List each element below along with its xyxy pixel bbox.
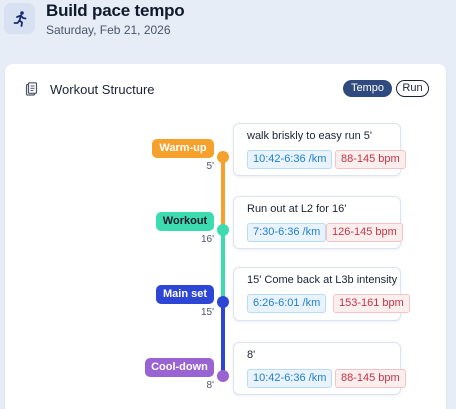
duration-mainset: 15': [200, 307, 214, 318]
tag-run[interactable]: Run: [396, 80, 429, 97]
heart-rate-chip: 88-145 bpm: [335, 369, 406, 388]
phase-label-mainset: Main set: [156, 285, 214, 304]
page-header: Build pace tempo Saturday, Feb 21, 2026: [0, 0, 456, 62]
timeline-dot-workout: [217, 224, 229, 236]
heart-rate-chip: 126-145 bpm: [326, 223, 403, 242]
step-description: 15' Come back at L3b intensity: [247, 274, 398, 286]
timeline-dot-mainset: [217, 296, 229, 308]
duration-warmup: 5': [206, 161, 214, 172]
page-title: Build pace tempo: [46, 1, 185, 20]
heart-rate-chip: 153-161 bpm: [333, 294, 410, 313]
pace-chip: 10:42-6:36 /km: [247, 369, 333, 388]
pace-chip: 6:26-6:01 /km: [247, 294, 327, 313]
duration-cooldown: 8': [206, 380, 214, 391]
step-description: 8': [247, 349, 256, 361]
runner-icon: [4, 3, 35, 34]
timeline-dot-warmup: [217, 151, 229, 163]
workout-structure-card: Workout Structure Tempo Run Warm-up 5' w…: [5, 64, 446, 409]
step-card-mainset[interactable]: 15' Come back at L3b intensity 6:26-6:01…: [233, 267, 410, 321]
step-description: walk briskly to easy run 5': [247, 130, 372, 142]
step-description: Run out at L2 for 16': [247, 203, 347, 215]
timeline-segment-mainset: [221, 302, 225, 376]
phase-label-workout: Workout: [156, 212, 214, 231]
step-card-cooldown[interactable]: 8' 10:42-6:36 /km 88-145 bpm: [233, 342, 406, 395]
workout-date: Saturday, Feb 21, 2026: [46, 23, 171, 37]
timeline-segment-workout: [221, 231, 225, 302]
clipboard-icon: [25, 82, 38, 101]
step-card-warmup[interactable]: walk briskly to easy run 5' 10:42-6:36 /…: [233, 123, 406, 176]
pace-chip: 10:42-6:36 /km: [247, 150, 333, 169]
tag-tempo[interactable]: Tempo: [343, 80, 392, 97]
phase-label-warmup: Warm-up: [152, 139, 214, 158]
pace-chip: 7:30-6:36 /km: [247, 223, 327, 242]
timeline-segment-warmup: [221, 157, 225, 231]
heart-rate-chip: 88-145 bpm: [335, 150, 406, 169]
duration-workout: 16': [200, 234, 214, 245]
phase-label-cooldown: Cool-down: [145, 358, 214, 377]
timeline-dot-cooldown: [217, 370, 229, 382]
card-title: Workout Structure: [50, 82, 155, 97]
step-card-workout[interactable]: Run out at L2 for 16' 7:30-6:36 /km 126-…: [233, 196, 403, 249]
